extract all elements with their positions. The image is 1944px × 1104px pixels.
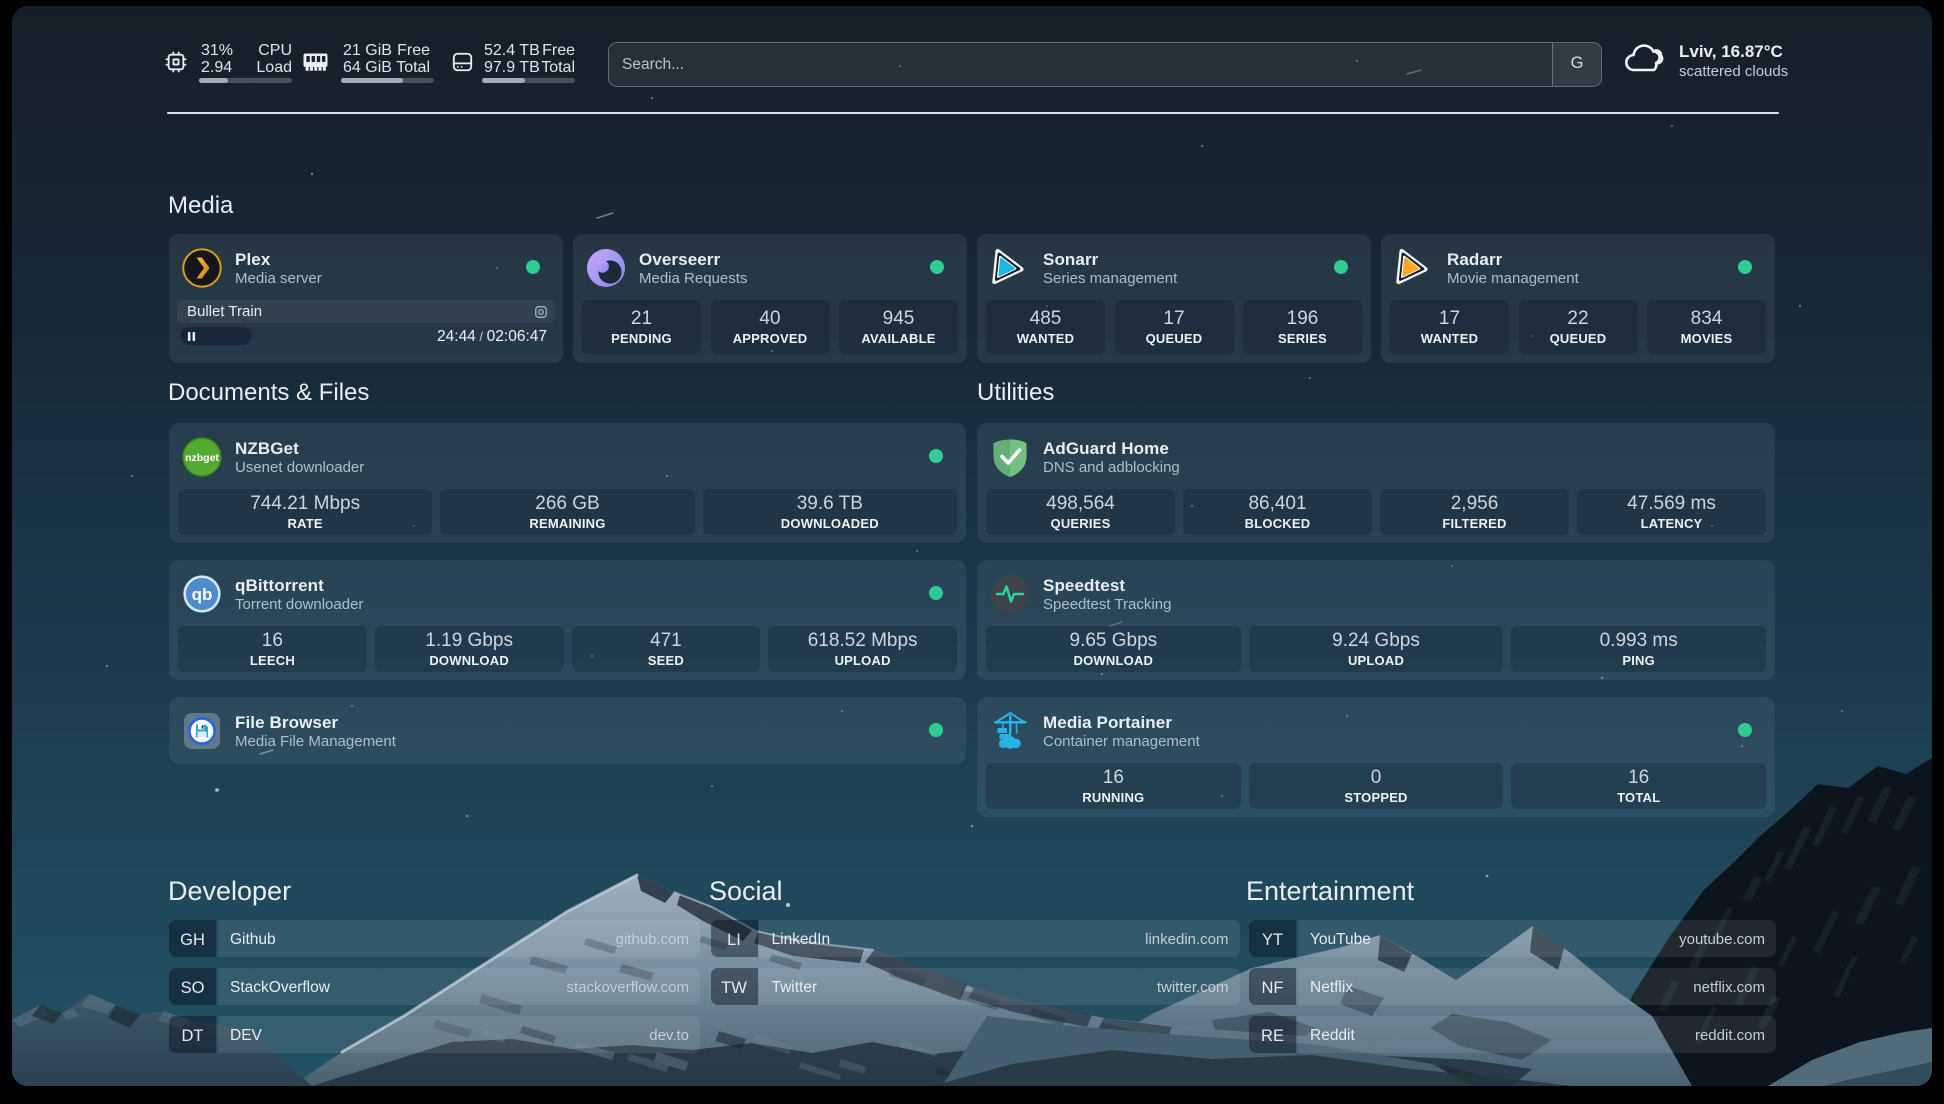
svg-text:nzbget: nzbget xyxy=(185,452,219,464)
svg-text:qb: qb xyxy=(192,585,213,604)
